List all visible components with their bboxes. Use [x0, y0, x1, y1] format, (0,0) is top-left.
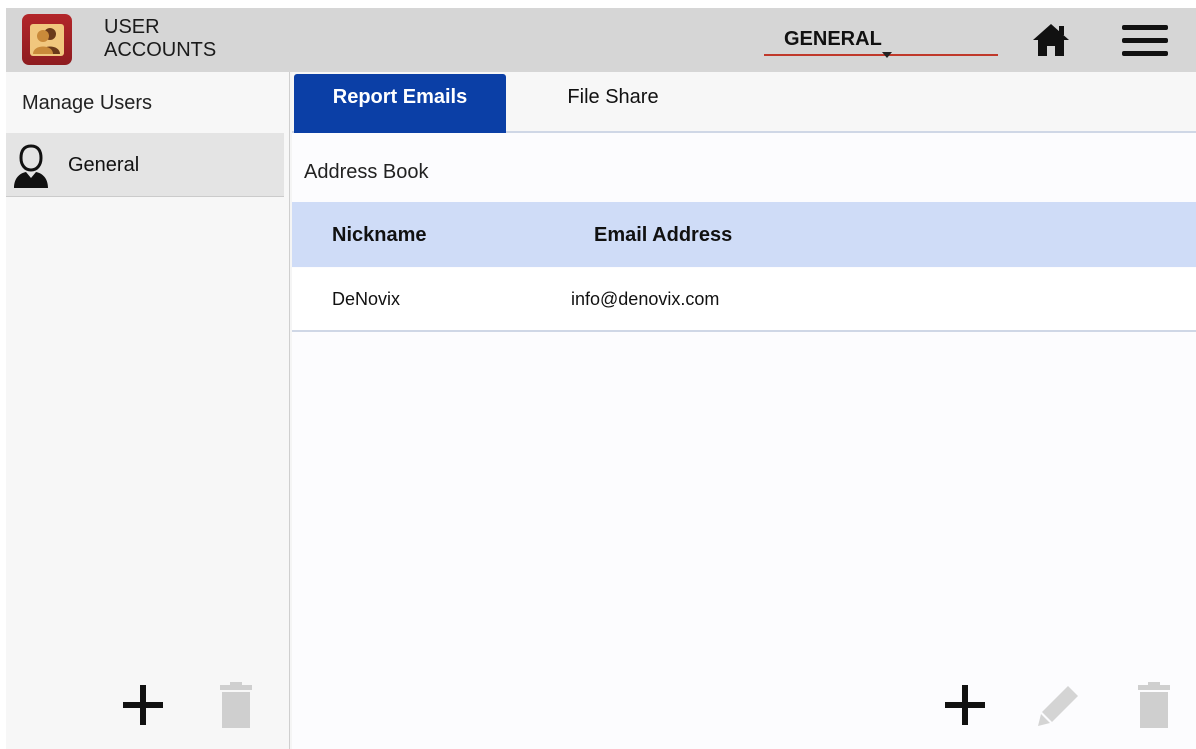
sidebar-item-label: General [68, 154, 140, 176]
column-header-email: Email Address [594, 224, 733, 246]
tab-report-emails[interactable]: Report Emails [294, 74, 506, 133]
context-dropdown[interactable]: GENERAL [764, 26, 998, 58]
hamburger-menu-button[interactable] [1118, 20, 1172, 60]
add-email-button[interactable] [942, 682, 988, 728]
sidebar: Manage Users General [6, 72, 290, 749]
context-dropdown-value: GENERAL [784, 28, 882, 50]
trash-icon [1138, 682, 1170, 728]
sidebar-item-general[interactable]: General [6, 133, 284, 197]
menu-line [1122, 24, 1168, 30]
delete-user-button [218, 682, 254, 730]
app-title-line2: ACCOUNTS [104, 39, 217, 61]
app-window: USER ACCOUNTS GENERAL Manage Users Gener… [6, 8, 1196, 749]
sidebar-title: Manage Users [22, 92, 153, 114]
user-silhouette-icon [14, 144, 48, 188]
plus-icon [945, 685, 985, 725]
delete-email-button [1136, 682, 1172, 730]
top-bar: USER ACCOUNTS GENERAL [6, 8, 1196, 72]
app-title: USER ACCOUNTS [104, 16, 216, 62]
app-title-line1: USER [104, 16, 160, 38]
table-row[interactable]: DeNovix info@denovix.com [292, 268, 1196, 332]
main-panel: Report Emails File Share Address Book Ni… [292, 72, 1196, 749]
caret-down-icon [882, 52, 892, 58]
home-button[interactable] [1028, 20, 1074, 60]
section-title: Address Book [304, 161, 429, 183]
add-user-button[interactable] [120, 682, 166, 728]
pencil-icon [1038, 686, 1078, 726]
cell-nickname: DeNovix [332, 289, 401, 309]
trash-icon [220, 682, 252, 728]
edit-email-button [1036, 682, 1082, 728]
table-header: Nickname Email Address [292, 202, 1196, 267]
tab-file-share[interactable]: File Share [508, 74, 718, 133]
plus-icon [123, 685, 163, 725]
menu-line [1122, 50, 1168, 56]
cell-email: info@denovix.com [571, 289, 720, 309]
column-header-nickname: Nickname [332, 224, 427, 246]
menu-line [1122, 37, 1168, 43]
tab-bar: Report Emails File Share [292, 72, 1196, 133]
user-accounts-icon [22, 14, 72, 65]
home-icon [1033, 24, 1069, 56]
